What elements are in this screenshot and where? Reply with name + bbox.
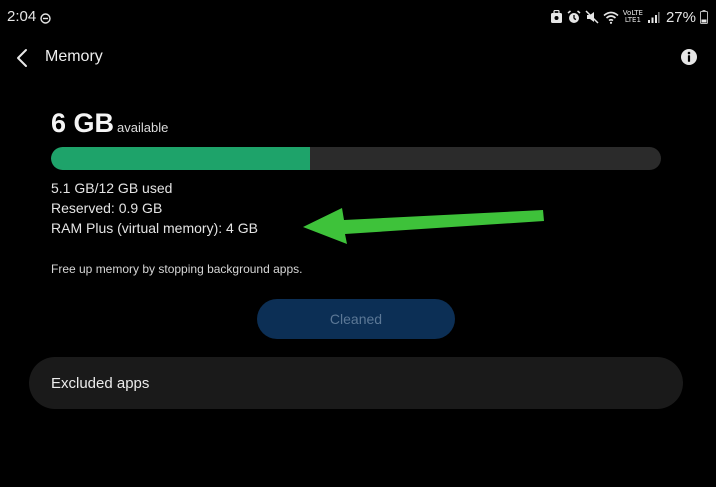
info-icon [681, 49, 697, 65]
back-button[interactable] [10, 44, 34, 72]
ram-plus-text: RAM Plus (virtual memory): 4 GB [51, 220, 258, 236]
available-value: 6 GB [51, 108, 115, 138]
memory-reserved-text: Reserved: 0.9 GB [51, 200, 163, 216]
available-memory: 6 GB available [51, 108, 168, 139]
memory-usage-bar [51, 147, 661, 170]
info-button[interactable] [680, 48, 698, 66]
do-not-disturb-icon [40, 11, 51, 29]
free-memory-hint: Free up memory by stopping background ap… [51, 262, 303, 276]
network-label-bottom: LTE1 [624, 16, 641, 24]
status-bar: 2:04 VoLTE LTE1 27% [0, 0, 716, 34]
alarm-icon [567, 10, 581, 24]
excluded-apps-item[interactable]: Excluded apps [29, 357, 683, 409]
page-title: Memory [45, 48, 103, 65]
battery-icon [700, 10, 708, 24]
annotation-arrow-icon [303, 208, 544, 244]
clean-now-button[interactable]: Cleaned [257, 299, 455, 339]
available-label: available [117, 120, 169, 135]
chevron-left-icon [17, 49, 27, 67]
battery-percent: 27% [665, 8, 696, 26]
excluded-apps-label: Excluded apps [51, 375, 150, 392]
status-icons: VoLTE LTE1 27% [550, 7, 708, 27]
status-time: 2:04 [7, 8, 37, 25]
network-type-label: VoLTE LTE1 [623, 10, 643, 24]
data-saver-icon [550, 10, 563, 24]
wifi-icon [603, 11, 619, 24]
memory-used-text: 5.1 GB/12 GB used [51, 180, 173, 196]
mute-icon [585, 10, 599, 24]
memory-usage-fill [51, 147, 311, 170]
signal-icon [647, 11, 660, 24]
